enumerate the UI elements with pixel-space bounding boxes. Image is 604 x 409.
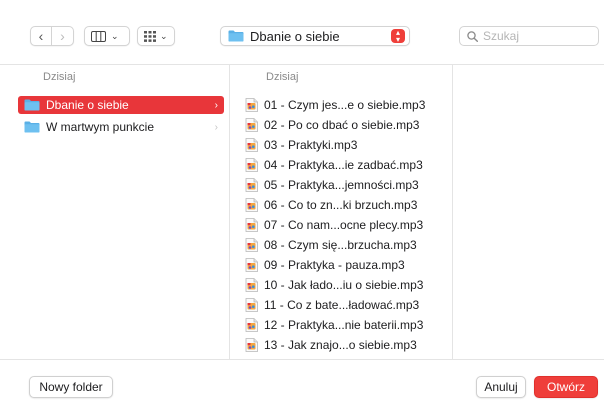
folder-icon — [24, 121, 40, 133]
file-item[interactable]: 04 - Praktyka...ie zadbać.mp3 — [245, 155, 450, 175]
preview-column — [454, 65, 604, 359]
folder-item-dbanie-o-siebie[interactable]: Dbanie o siebie › — [18, 96, 224, 114]
file-item[interactable]: 10 - Jak ładо...iu o siebie.mp3 — [245, 275, 450, 295]
file-item[interactable]: 06 - Co to zn...ki brzuch.mp3 — [245, 195, 450, 215]
file-label: 03 - Praktyki.mp3 — [264, 138, 358, 152]
search-icon — [467, 30, 478, 42]
file-label: 09 - Praktyka - pauza.mp3 — [264, 258, 405, 272]
chevron-down-icon: ⌄ — [111, 30, 119, 41]
audio-file-icon — [245, 118, 258, 132]
file-label: 12 - Praktyka...nie baterii.mp3 — [264, 318, 424, 332]
audio-file-icon — [245, 258, 258, 272]
folder-label: W martwym punkcie — [46, 120, 155, 134]
file-label: 07 - Co nam...ocne plecy.mp3 — [264, 218, 424, 232]
audio-file-icon — [245, 278, 258, 292]
navigation-buttons: ‹ › — [30, 26, 74, 46]
toolbar: ‹ › ⌄ ⌄ Dbanie o siebie ▴ ▾ — [0, 0, 604, 64]
chevron-down-icon: ⌄ — [160, 30, 168, 41]
file-item[interactable]: 11 - Co z bate...ładować.mp3 — [245, 295, 450, 315]
sidebar-column-header: Dzisiaj — [43, 71, 76, 83]
grid-view-icon — [144, 30, 156, 42]
audio-file-icon — [245, 178, 258, 192]
file-label: 01 - Czym jes...e o siebie.mp3 — [264, 98, 426, 112]
audio-file-icon — [245, 98, 258, 112]
folder-icon — [228, 30, 244, 42]
folder-item-w-martwym-punkcie[interactable]: W martwym punkcie › — [18, 118, 224, 136]
file-item[interactable]: 07 - Co nam...ocne plecy.mp3 — [245, 215, 450, 235]
up-down-arrows-icon: ▴ ▾ — [391, 29, 405, 44]
file-label: 10 - Jak ładо...iu o siebie.mp3 — [264, 278, 424, 292]
files-column: Dzisiaj 01 - Czym jes...e o siebie.mp3 02… — [231, 65, 453, 359]
forward-button[interactable]: › — [52, 27, 73, 45]
audio-file-icon — [245, 198, 258, 212]
back-button[interactable]: ‹ — [31, 27, 53, 45]
file-item[interactable]: 02 - Po co dbać o siebie.mp3 — [245, 115, 450, 135]
file-label: 11 - Co z bate...ładować.mp3 — [264, 298, 420, 312]
audio-file-icon — [245, 318, 258, 332]
file-label: 02 - Po co dbać o siebie.mp3 — [264, 118, 420, 132]
file-item[interactable]: 12 - Praktyka...nie baterii.mp3 — [245, 315, 450, 335]
view-mode-button[interactable]: ⌄ — [84, 26, 130, 46]
cancel-button[interactable]: Anuluj — [476, 376, 526, 398]
file-item[interactable]: 01 - Czym jes...e o siebie.mp3 — [245, 95, 450, 115]
folder-icon — [24, 99, 40, 111]
chevron-right-icon: › — [214, 99, 218, 111]
file-item[interactable]: 08 - Czym się...brzucha.mp3 — [245, 235, 450, 255]
file-label: 08 - Czym się...brzucha.mp3 — [264, 238, 417, 252]
file-item[interactable]: 13 - Jak znajo...o siebie.mp3 — [245, 335, 450, 355]
audio-file-icon — [245, 218, 258, 232]
file-label: 05 - Praktyka...jemności.mp3 — [264, 178, 419, 192]
audio-file-icon — [245, 298, 258, 312]
audio-file-icon — [245, 138, 258, 152]
file-item[interactable]: 03 - Praktyki.mp3 — [245, 135, 450, 155]
group-by-button[interactable]: ⌄ — [137, 26, 175, 46]
new-folder-button[interactable]: Nowy folder — [29, 376, 113, 398]
sidebar-column: Dzisiaj Dbanie o siebie › W martwym punk… — [0, 65, 230, 359]
search-input[interactable] — [483, 29, 593, 43]
location-label: Dbanie o siebie — [250, 28, 340, 44]
open-button[interactable]: Otwórz — [534, 376, 598, 398]
audio-file-icon — [245, 238, 258, 252]
file-label: 06 - Co to zn...ki brzuch.mp3 — [264, 198, 418, 212]
file-label: 04 - Praktyka...ie zadbać.mp3 — [264, 158, 423, 172]
search-field[interactable] — [459, 26, 599, 46]
column-view-icon — [91, 30, 106, 42]
audio-file-icon — [245, 158, 258, 172]
folder-label: Dbanie o siebie — [46, 98, 129, 112]
location-popup[interactable]: Dbanie o siebie ▴ ▾ — [220, 26, 410, 46]
audio-file-icon — [245, 338, 258, 352]
files-column-header: Dzisiaj — [266, 71, 299, 83]
file-item[interactable]: 05 - Praktyka...jemności.mp3 — [245, 175, 450, 195]
chevron-right-icon: › — [214, 121, 218, 133]
file-label: 13 - Jak znajo...o siebie.mp3 — [264, 338, 417, 352]
file-browser: Dzisiaj Dbanie o siebie › W martwym punk… — [0, 64, 604, 360]
file-item[interactable]: 09 - Praktyka - pauza.mp3 — [245, 255, 450, 275]
file-list: 01 - Czym jes...e o siebie.mp3 02 - Po co… — [245, 95, 450, 355]
